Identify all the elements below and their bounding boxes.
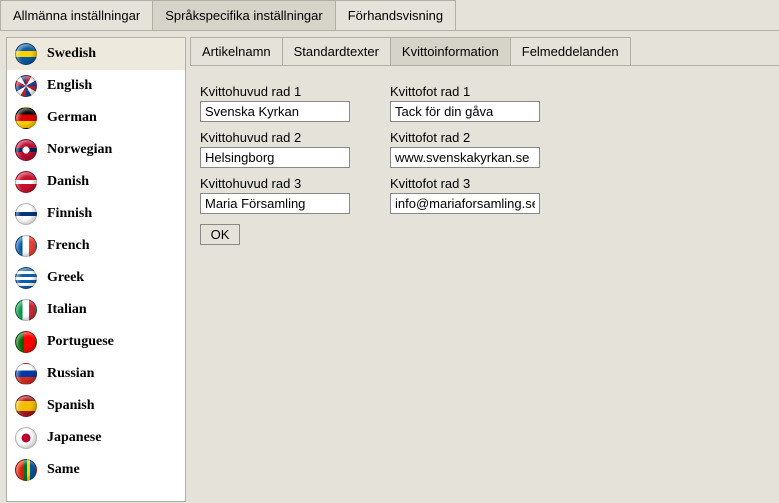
portuguese-flag-icon <box>15 331 37 353</box>
top-tab-langspec[interactable]: Språkspecifika inställningar <box>152 0 336 30</box>
sub-tab-errors[interactable]: Felmeddelanden <box>510 37 631 65</box>
language-item-swedish[interactable]: Swedish <box>7 38 185 70</box>
sub-tab-receipt[interactable]: Kvittoinformation <box>390 37 511 65</box>
japanese-flag-icon <box>15 427 37 449</box>
language-label: Finnish <box>47 206 92 222</box>
head2-input[interactable] <box>200 147 350 168</box>
russian-flag-icon <box>15 363 37 385</box>
language-label: Portuguese <box>47 334 114 350</box>
language-label: German <box>47 110 97 126</box>
sub-tab-bar: ArtikelnamnStandardtexterKvittoinformati… <box>190 37 779 66</box>
language-sidebar: Swedish English German Norwegian Danish Finni… <box>6 37 186 502</box>
foot1-input[interactable] <box>390 101 540 122</box>
greek-flag-icon <box>15 267 37 289</box>
language-label: French <box>47 238 90 254</box>
foot1-label: Kvittofot rad 1 <box>390 84 540 99</box>
language-label: Spanish <box>47 398 94 414</box>
receipt-form: Kvittohuvud rad 1 Kvittohuvud rad 2 Kvit… <box>190 66 779 259</box>
language-label: Swedish <box>47 46 96 62</box>
same-flag-icon <box>15 459 37 481</box>
finnish-flag-icon <box>15 203 37 225</box>
top-tab-bar: Allmänna inställningarSpråkspecifika ins… <box>0 0 779 31</box>
sub-tab-stdtext[interactable]: Standardtexter <box>282 37 391 65</box>
head3-input[interactable] <box>200 193 350 214</box>
content-area: ArtikelnamnStandardtexterKvittoinformati… <box>186 31 779 502</box>
norwegian-flag-icon <box>15 139 37 161</box>
language-item-italian[interactable]: Italian <box>7 294 185 326</box>
language-item-same[interactable]: Same <box>7 454 185 486</box>
foot2-label: Kvittofot rad 2 <box>390 130 540 145</box>
foot3-input[interactable] <box>390 193 540 214</box>
language-label: Russian <box>47 366 94 382</box>
french-flag-icon <box>15 235 37 257</box>
main-area: Swedish English German Norwegian Danish Finni… <box>0 31 779 502</box>
top-tab-general[interactable]: Allmänna inställningar <box>0 0 153 30</box>
german-flag-icon <box>15 107 37 129</box>
italian-flag-icon <box>15 299 37 321</box>
foot2-input[interactable] <box>390 147 540 168</box>
top-tab-preview[interactable]: Förhandsvisning <box>335 0 456 30</box>
head2-label: Kvittohuvud rad 2 <box>200 130 350 145</box>
receipt-footer-column: Kvittofot rad 1 Kvittofot rad 2 Kvittofo… <box>390 80 540 245</box>
spanish-flag-icon <box>15 395 37 417</box>
language-label: Japanese <box>47 430 101 446</box>
head1-input[interactable] <box>200 101 350 122</box>
language-item-norwegian[interactable]: Norwegian <box>7 134 185 166</box>
language-label: Norwegian <box>47 142 112 158</box>
language-item-danish[interactable]: Danish <box>7 166 185 198</box>
language-item-japanese[interactable]: Japanese <box>7 422 185 454</box>
language-item-russian[interactable]: Russian <box>7 358 185 390</box>
language-item-spanish[interactable]: Spanish <box>7 390 185 422</box>
head3-label: Kvittohuvud rad 3 <box>200 176 350 191</box>
language-item-german[interactable]: German <box>7 102 185 134</box>
foot3-label: Kvittofot rad 3 <box>390 176 540 191</box>
language-item-english[interactable]: English <box>7 70 185 102</box>
receipt-header-column: Kvittohuvud rad 1 Kvittohuvud rad 2 Kvit… <box>200 80 350 245</box>
head1-label: Kvittohuvud rad 1 <box>200 84 350 99</box>
language-item-finnish[interactable]: Finnish <box>7 198 185 230</box>
swedish-flag-icon <box>15 43 37 65</box>
danish-flag-icon <box>15 171 37 193</box>
english-flag-icon <box>15 75 37 97</box>
ok-button[interactable]: OK <box>200 224 240 245</box>
language-label: Danish <box>47 174 89 190</box>
language-label: Italian <box>47 302 87 318</box>
language-item-greek[interactable]: Greek <box>7 262 185 294</box>
language-item-portuguese[interactable]: Portuguese <box>7 326 185 358</box>
language-label: Same <box>47 462 80 478</box>
sub-tab-articles[interactable]: Artikelnamn <box>190 37 283 65</box>
language-label: Greek <box>47 270 84 286</box>
language-label: English <box>47 78 92 94</box>
language-item-french[interactable]: French <box>7 230 185 262</box>
